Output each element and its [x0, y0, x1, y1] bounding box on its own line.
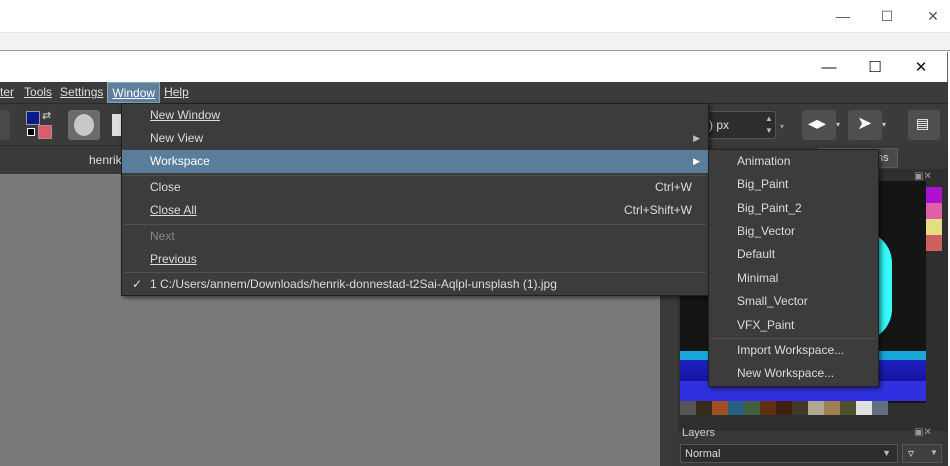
maximize-button[interactable]: ☐ [852, 52, 898, 82]
outer-close-button[interactable]: ✕ [910, 0, 950, 32]
mirror-vertical-icon[interactable]: ➤ [848, 110, 882, 140]
mirror-v-dropdown-icon[interactable]: ▾ [882, 120, 886, 129]
toolbar-button-partial[interactable] [0, 110, 10, 140]
window-menu: New Window New View ▶ Workspace ▶ Close Ctr… [121, 103, 709, 296]
menu-item-next: Next [150, 229, 175, 243]
menu-item-close-all[interactable]: Close All Ctrl+Shift+W [122, 199, 708, 222]
checkmark-icon: ✓ [132, 277, 143, 291]
menu-item-recent-document[interactable]: ✓ 1 C:/Users/annem/Downloads/henrik-donn… [122, 273, 708, 296]
workspace-import[interactable]: Import Workspace... [709, 339, 878, 362]
blend-mode-select[interactable]: Normal ▼ [680, 444, 898, 463]
brush-preset-icon[interactable] [68, 110, 100, 140]
layers-float-icon[interactable]: ▣✕ [914, 427, 932, 438]
menu-help[interactable]: Help [160, 82, 193, 103]
outer-minimize-button[interactable]: — [820, 0, 866, 32]
menu-window[interactable]: Window [107, 82, 161, 103]
outer-window-titlebar [0, 0, 950, 33]
minimize-button[interactable]: — [806, 52, 852, 82]
mirror-h-dropdown-icon[interactable]: ▾ [836, 120, 840, 129]
outer-window-body [0, 33, 950, 51]
workspace-vfx-paint[interactable]: VFX_Paint [709, 314, 878, 337]
workspace-small-vector[interactable]: Small_Vector [709, 290, 878, 313]
outer-maximize-button[interactable]: ☐ [864, 0, 910, 32]
menu-filter[interactable]: ter [0, 82, 18, 103]
workspace-minimal[interactable]: Minimal [709, 267, 878, 290]
menu-item-workspace[interactable]: Workspace ▶ [122, 150, 708, 173]
workspace-big-paint-2[interactable]: Big_Paint_2 [709, 197, 878, 220]
workspace-animation[interactable]: Animation [709, 150, 878, 173]
menu-item-close[interactable]: Close Ctrl+W [122, 176, 708, 199]
size-input[interactable]: ) px ▲ ▼ [708, 111, 776, 139]
color-history-strip[interactable] [926, 187, 942, 347]
menu-item-new-window[interactable]: New Window [122, 104, 708, 127]
submenu-arrow-icon: ▶ [693, 133, 700, 143]
workspace-big-vector[interactable]: Big_Vector [709, 220, 878, 243]
menu-item-new-view[interactable]: New View ▶ [122, 127, 708, 150]
document-tab[interactable]: henrik [89, 153, 122, 167]
dock-toggle-icon[interactable]: ▤ [908, 110, 940, 140]
workspace-big-paint[interactable]: Big_Paint [709, 173, 878, 196]
menu-tools[interactable]: Tools [20, 82, 56, 103]
color-selector-icon[interactable]: ⇄ [24, 109, 56, 141]
layer-filter-icon[interactable]: ▿ ▼ [902, 444, 942, 463]
menu-settings[interactable]: Settings [56, 82, 107, 103]
swatches-row[interactable] [680, 401, 926, 415]
workspace-new[interactable]: New Workspace... [709, 362, 878, 385]
menu-item-previous[interactable]: Previous [122, 248, 708, 271]
workspace-default[interactable]: Default [709, 243, 878, 266]
close-button[interactable]: ✕ [898, 52, 944, 82]
submenu-arrow-icon: ▶ [693, 156, 700, 166]
mirror-horizontal-icon[interactable]: ◂▸ [802, 110, 836, 140]
menubar: ter Tools Settings Window Help [0, 82, 948, 103]
toolbar-dropdown-icon[interactable]: ▾ [780, 122, 784, 131]
workspace-submenu: Animation Big_Paint Big_Paint_2 Big_Vect… [708, 149, 879, 387]
layers-title: Layers [682, 427, 716, 439]
